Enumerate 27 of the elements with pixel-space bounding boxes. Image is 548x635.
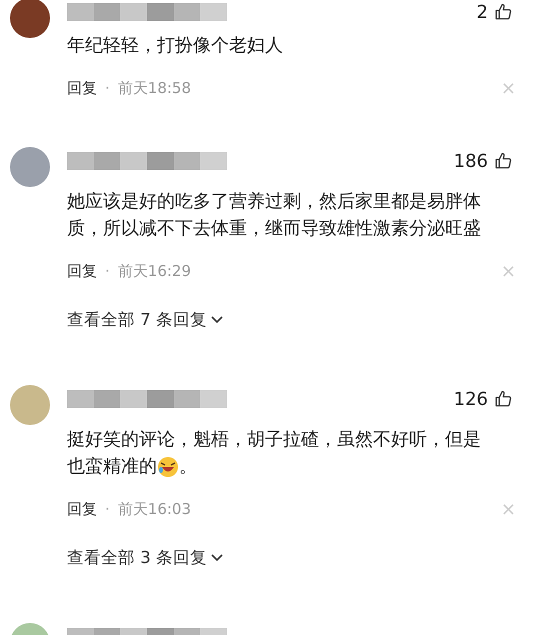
comment-text: 挺好笑的评论，魁梧，胡子拉碴，虽然不好听，但是 — [67, 428, 481, 452]
comment-text: 也蛮精准的 — [67, 455, 157, 479]
comment-text: 她应该是好的吃多了营养过剩，然后家里都是易胖体 — [67, 190, 481, 214]
reply-link[interactable]: 回复 — [67, 262, 97, 280]
reply-link[interactable]: 回复 — [67, 500, 97, 518]
comment-text: 质，所以减不下去体重，继而导致雄性激素分泌旺盛 — [67, 217, 481, 241]
separator-dot: · — [105, 262, 110, 280]
like-count: 2 — [476, 2, 488, 22]
separator-dot: · — [105, 79, 110, 97]
laughing-emoji-icon — [157, 456, 179, 478]
view-replies-link[interactable]: 查看全部 3 条回复 — [67, 547, 223, 569]
thumbs-up-icon[interactable] — [494, 152, 512, 170]
chevron-down-icon — [211, 316, 223, 324]
reply-link[interactable]: 回复 — [67, 78, 97, 98]
comment-text: 。 — [179, 455, 197, 479]
timestamp: 前天16:29 — [118, 262, 192, 280]
timestamp: 前天16:03 — [118, 500, 192, 518]
like-count: 186 — [454, 150, 488, 172]
separator-dot: · — [105, 500, 110, 518]
avatar[interactable] — [10, 0, 50, 38]
like-count: 126 — [454, 388, 488, 410]
thumbs-up-icon[interactable] — [494, 3, 512, 21]
view-replies-link[interactable]: 查看全部 7 条回复 — [67, 309, 223, 331]
comment-text: 年纪轻轻，打扮像个老妇人 — [67, 34, 283, 58]
timestamp: 前天18:58 — [118, 78, 192, 98]
chevron-down-icon — [211, 554, 223, 562]
thumbs-up-icon[interactable] — [494, 390, 512, 408]
